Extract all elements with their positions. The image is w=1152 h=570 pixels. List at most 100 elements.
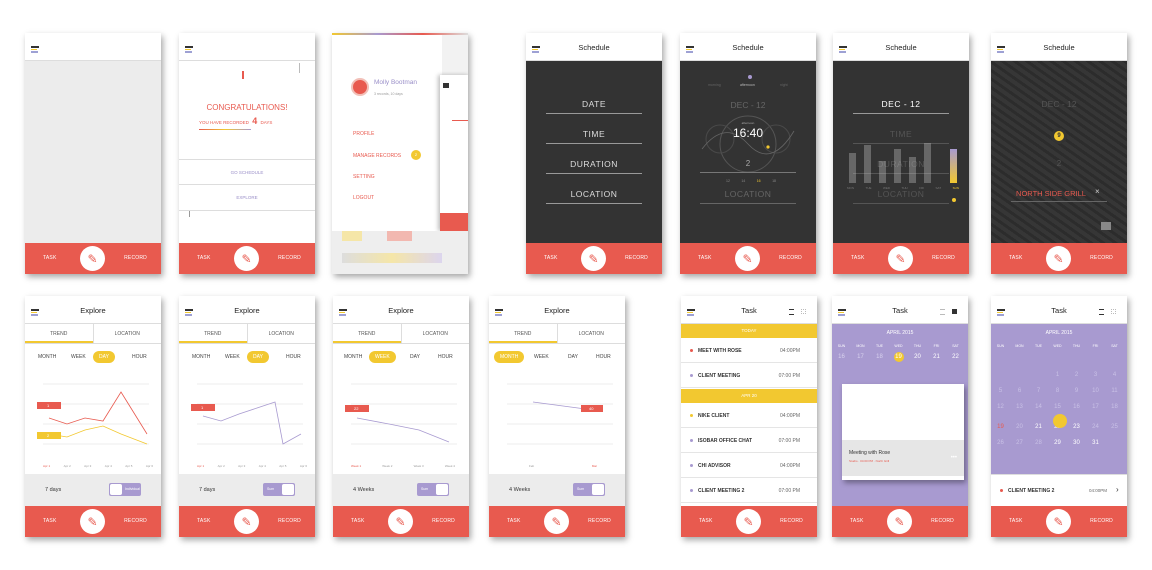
date-field[interactable]: DATE [546, 99, 642, 114]
menu-item-logout[interactable]: LOGOUT [353, 195, 374, 201]
trend-chart[interactable]: 1 Apr 1 Apr 2 Apr 3 Apr 4 Apr 5 Apr 6 [179, 374, 315, 474]
task-row[interactable]: CLIENT MEETING 07:00 PM [681, 363, 817, 388]
mode-toggle[interactable]: Sum [417, 483, 449, 496]
daypart-night[interactable]: night [780, 83, 788, 87]
day-cell[interactable]: 13 [1010, 404, 1029, 410]
period-day[interactable]: DAY [568, 354, 578, 360]
period-day[interactable]: DAY [93, 351, 115, 363]
tab-trend[interactable]: TREND [489, 324, 557, 343]
day-cell[interactable]: 27 [1010, 440, 1029, 446]
map-icon[interactable] [1101, 222, 1111, 230]
peek-screen[interactable] [440, 75, 468, 231]
period-month[interactable]: MONTH [192, 354, 210, 360]
period-week[interactable]: WEEK [534, 354, 549, 360]
list-view-icon[interactable] [789, 309, 794, 315]
record-button[interactable]: RECORD [779, 255, 802, 261]
day-cell[interactable]: 10 [1086, 388, 1105, 394]
day-cell[interactable]: 15 [1048, 404, 1067, 410]
task-button[interactable]: TASK [43, 255, 57, 261]
task-button[interactable]: TASK [698, 255, 712, 261]
record-button[interactable]: RECORD [931, 518, 954, 524]
day-cell[interactable]: 9 [1067, 388, 1086, 394]
period-hour[interactable]: HOUR [286, 354, 301, 360]
tab-trend[interactable]: TREND [179, 324, 247, 343]
day-cell[interactable]: 17 [1086, 404, 1105, 410]
record-button[interactable]: RECORD [278, 255, 301, 261]
period-hour[interactable]: HOUR [596, 354, 611, 360]
grid-view-icon[interactable] [1111, 309, 1116, 314]
day-cell[interactable]: 11 [1105, 388, 1124, 394]
task-row[interactable]: NIKE CLIENT 04:00PM [681, 403, 817, 428]
day-cell[interactable]: 19 [991, 424, 1010, 430]
task-row[interactable]: CHI ADVISOR 04:00PM [681, 453, 817, 478]
day-cell[interactable]: 2 [1067, 372, 1086, 378]
day-cell[interactable]: 4 [1105, 372, 1124, 378]
pencil-icon[interactable]: ✎ [736, 509, 761, 534]
pencil-icon[interactable]: ✎ [544, 509, 569, 534]
mode-toggle[interactable]: Individual [109, 483, 141, 496]
day-cell[interactable]: 19 [889, 354, 908, 360]
close-icon[interactable]: × [1095, 187, 1100, 196]
tab-location[interactable]: LOCATION [400, 324, 470, 343]
day-cell[interactable]: 18 [1105, 404, 1124, 410]
task-button[interactable]: TASK [1009, 255, 1023, 261]
period-day[interactable]: DAY [410, 354, 420, 360]
day-cell[interactable]: 8 [1048, 388, 1067, 394]
location-field[interactable]: LOCATION [546, 189, 642, 204]
menu-item-setting[interactable]: SETTING [353, 174, 375, 180]
record-button[interactable]: RECORD [932, 255, 955, 261]
pencil-icon[interactable]: ✎ [1046, 509, 1071, 534]
day-cell[interactable]: 26 [991, 440, 1010, 446]
explore-button[interactable]: EXPLORE [179, 185, 315, 211]
record-button[interactable]: RECORD [124, 255, 147, 261]
menu-icon[interactable] [31, 46, 39, 53]
day-cell[interactable]: 17 [851, 354, 870, 360]
record-button[interactable]: RECORD [625, 255, 648, 261]
go-schedule-button[interactable]: GO SCHEDULE [179, 159, 315, 185]
trend-chart[interactable]: 22 Week 1 Week 2 Week 3 Week 4 [333, 374, 469, 474]
mode-toggle[interactable]: Sum [573, 483, 605, 496]
record-button[interactable]: RECORD [780, 518, 803, 524]
hour-marker[interactable]: 9 [1051, 128, 1067, 144]
day-cell[interactable]: 28 [1029, 440, 1048, 446]
grid-view-icon[interactable] [801, 309, 806, 314]
task-button[interactable]: TASK [699, 518, 713, 524]
pencil-icon[interactable]: ✎ [888, 246, 913, 271]
tab-location[interactable]: LOCATION [556, 324, 626, 343]
more-icon[interactable]: ••• [951, 455, 957, 461]
period-month[interactable]: MONTH [344, 354, 362, 360]
task-button[interactable]: TASK [851, 255, 865, 261]
pencil-icon[interactable]: ✎ [234, 246, 259, 271]
period-week[interactable]: WEEK [225, 354, 240, 360]
task-button[interactable]: TASK [351, 518, 365, 524]
day-cell[interactable]: 12 [991, 404, 1010, 410]
event-card[interactable]: Meeting with Rose Studio · 04:00 PM · No… [842, 384, 964, 480]
task-button[interactable]: TASK [544, 255, 558, 261]
location-field[interactable]: LOCATION [700, 189, 796, 204]
day-cell[interactable]: 18 [870, 354, 889, 360]
day-cell[interactable]: 20 [908, 354, 927, 360]
day-cell[interactable]: 25 [1105, 424, 1124, 430]
task-row[interactable]: CLIENT MEETING 2 07:00 PM [681, 478, 817, 503]
day-cell[interactable]: 3 [1086, 372, 1105, 378]
period-week[interactable]: WEEK [369, 351, 396, 363]
pencil-icon[interactable]: ✎ [887, 509, 912, 534]
day-cell[interactable]: 16 [832, 354, 851, 360]
period-week[interactable]: WEEK [71, 354, 86, 360]
day-cell[interactable]: 22 [946, 354, 965, 360]
day-cell[interactable]: 1 [1048, 372, 1067, 378]
task-button[interactable]: TASK [850, 518, 864, 524]
period-day[interactable]: DAY [247, 351, 269, 363]
record-button[interactable]: RECORD [1090, 518, 1113, 524]
day-bars[interactable] [847, 137, 959, 183]
pencil-icon[interactable]: ✎ [1046, 246, 1071, 271]
tab-location[interactable]: LOCATION [246, 324, 316, 343]
avatar[interactable] [351, 78, 369, 96]
record-button[interactable]: RECORD [588, 518, 611, 524]
task-row[interactable]: MEET WITH ROSE 04:00PM [681, 338, 817, 363]
record-button[interactable]: RECORD [124, 518, 147, 524]
tab-trend[interactable]: TREND [25, 324, 93, 343]
task-button[interactable]: TASK [197, 255, 211, 261]
selected-task-row[interactable]: CLIENT MEETING 2 04:00PM › [991, 474, 1127, 506]
task-button[interactable]: TASK [507, 518, 521, 524]
